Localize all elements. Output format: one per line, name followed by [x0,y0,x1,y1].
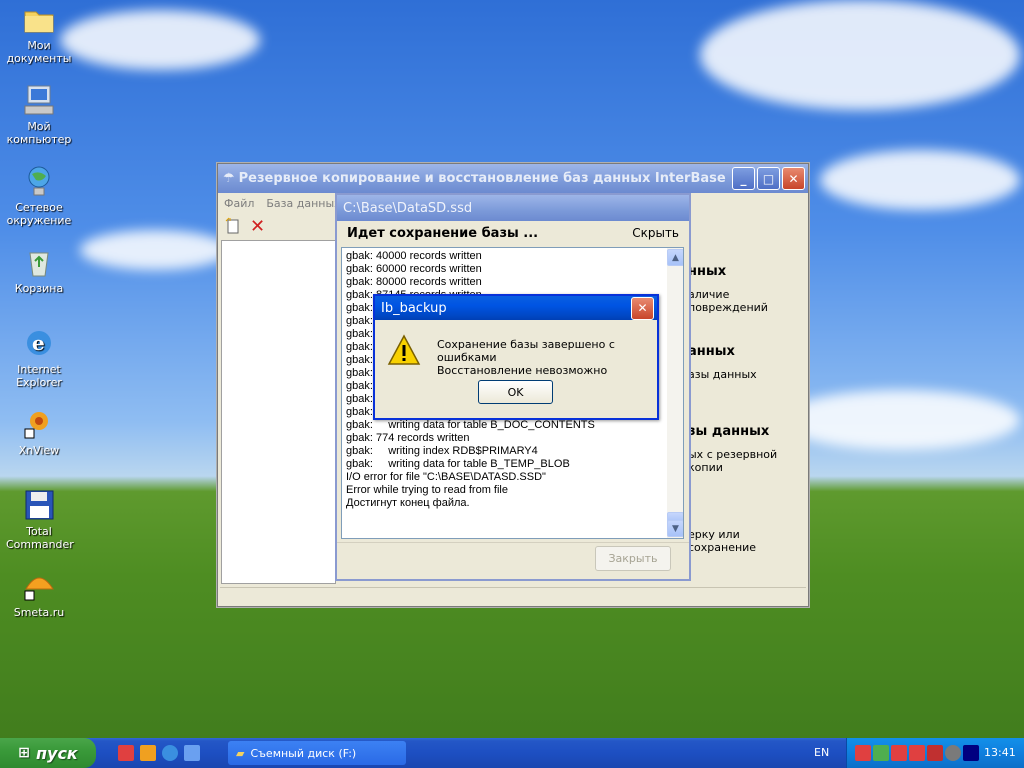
log-line: gbak: writing index RDB$PRIMARY4 [346,445,538,457]
log-line: gbak: 60000 records written [346,263,482,275]
tray-icon[interactable] [927,745,943,761]
svg-text:e: e [32,331,45,355]
message-text: Сохранение базы завершено с ошибками Вос… [437,338,657,377]
log-line: Error while trying to read from file [346,484,508,496]
desktop-icon-label: XnView [18,444,60,457]
section-text: азы данных [688,368,757,381]
log-line: gbak: 40000 records written [346,250,482,262]
warning-icon [387,334,421,369]
progress-footer: Закрыть [337,542,689,579]
section-heading: анных [688,344,735,359]
windows-logo-icon: ⊞ [18,745,30,761]
desktop-icon-network[interactable]: Сетевое окружение [6,164,72,227]
system-tray: 13:41 [846,738,1024,768]
desktop-icon-label: Internet Explorer [16,363,62,389]
start-label: пуск [35,743,78,763]
tray-icon[interactable] [909,745,925,761]
message-line: Сохранение базы завершено с ошибками [437,338,615,364]
desktop-icon-ie[interactable]: e Internet Explorer [6,326,72,389]
taskbar-button-removable-disk[interactable]: ▰ Съемный диск (F:) [228,741,406,765]
floppy-disk-icon [22,488,56,522]
section-heading: нных [688,264,727,279]
minimize-button[interactable]: _ [732,167,755,190]
network-globe-icon [22,164,56,198]
desktop-icon-label: Сетевое окружение [6,201,72,227]
cloud [820,150,1020,210]
delete-icon[interactable]: ✕ [250,216,265,237]
desktop-icon-total-commander[interactable]: Total Commander [6,488,74,551]
cloud [60,10,260,70]
tray-media-icon[interactable] [963,745,979,761]
section-text: ерку или сохранение [688,528,757,554]
log-line: I/O error for file "C:\BASE\DATASD.SSD" [346,471,546,483]
desktop-icon-my-computer[interactable]: Мой компьютер [6,83,72,146]
desktop-icon-label: Корзина [14,282,64,295]
progress-header: Идет сохранение базы ... Скрыть [337,221,689,245]
ok-button[interactable]: OK [478,380,553,404]
new-icon[interactable] [224,217,242,235]
cloud [80,230,230,270]
section-text: ых с резервной копии [688,448,778,474]
taskbar-button-label: Съемный диск (F:) [250,746,357,760]
quicklaunch-ie-icon[interactable] [162,745,178,761]
desktop-icon-label: Мой компьютер [6,120,72,146]
scroll-up-button[interactable]: ▲ [667,249,683,266]
smeta-icon [22,569,56,603]
desktop-icon-xnview[interactable]: XnView [6,407,72,457]
close-dialog-button[interactable]: Закрыть [595,546,671,571]
message-box: Ib_backup ✕ Сохранение базы завершено с … [373,294,659,420]
tray-icon[interactable] [891,745,907,761]
log-line: gbak: writing data for table B_DOC_CONTE… [346,419,595,431]
message-box-titlebar[interactable]: Ib_backup ✕ [375,296,657,320]
cloud [700,0,1020,110]
tray-icon[interactable] [873,745,889,761]
main-window-title: Резервное копирование и восстановление б… [238,171,726,186]
desktop-icon-my-documents[interactable]: Мои документы [6,2,72,65]
internet-explorer-icon: e [22,326,56,360]
tray-icon[interactable] [945,745,961,761]
hide-link[interactable]: Скрыть [632,226,679,240]
statusbar [220,587,806,604]
section-text: аличие повреждений [688,288,768,314]
log-line: Достигнут конец файла. [346,497,470,509]
scroll-down-button[interactable]: ▼ [667,520,683,537]
close-button[interactable]: ✕ [782,167,805,190]
desktop-icon-recycle-bin[interactable]: Корзина [6,245,72,295]
xnview-icon [22,407,56,441]
desktop-icon-label: Мои документы [6,39,72,65]
progress-heading: Идет сохранение базы ... [347,225,539,241]
menu-database[interactable]: База данных [266,197,340,210]
message-box-title: Ib_backup [381,300,447,316]
quicklaunch-disk-icon[interactable] [118,745,134,761]
menu-file[interactable]: Файл [224,197,254,210]
message-line: Восстановление невозможно [437,364,608,377]
section-heading: зы данных [688,424,770,439]
taskbar: ⊞ пуск ▰ Съемный диск (F:) EN 13:41 [0,738,1024,768]
desktop-icon-smeta[interactable]: Smeta.ru [6,569,72,619]
message-box-close-button[interactable]: ✕ [631,296,654,320]
cloud [780,390,1020,450]
log-line: gbak: 774 records written [346,432,470,444]
folder-icon [22,2,56,36]
scrollbar[interactable]: ▲ ▼ [667,248,683,538]
start-button[interactable]: ⊞ пуск [0,738,96,768]
log-line: gbak: writing data for table B_TEMP_BLOB [346,458,570,470]
clock[interactable]: 13:41 [984,746,1016,759]
computer-icon [22,83,56,117]
tray-icon[interactable] [855,745,871,761]
quicklaunch-desktop-icon[interactable] [184,745,200,761]
desktop-icon-label: Total Commander [6,525,74,551]
main-window-titlebar[interactable]: ☂ Резервное копирование и восстановление… [218,164,808,193]
recycle-bin-icon [22,245,56,279]
desktop-icon-label: Smeta.ru [13,606,65,619]
umbrella-icon: ☂ [223,171,235,186]
tree-pane[interactable] [221,240,336,584]
progress-window-title[interactable]: C:\Base\DataSD.ssd [337,195,689,221]
language-indicator[interactable]: EN [814,746,829,759]
quicklaunch-xnview-icon[interactable] [140,745,156,761]
folder-icon: ▰ [236,746,245,760]
log-line: gbak: 80000 records written [346,276,482,288]
maximize-button[interactable]: □ [757,167,780,190]
